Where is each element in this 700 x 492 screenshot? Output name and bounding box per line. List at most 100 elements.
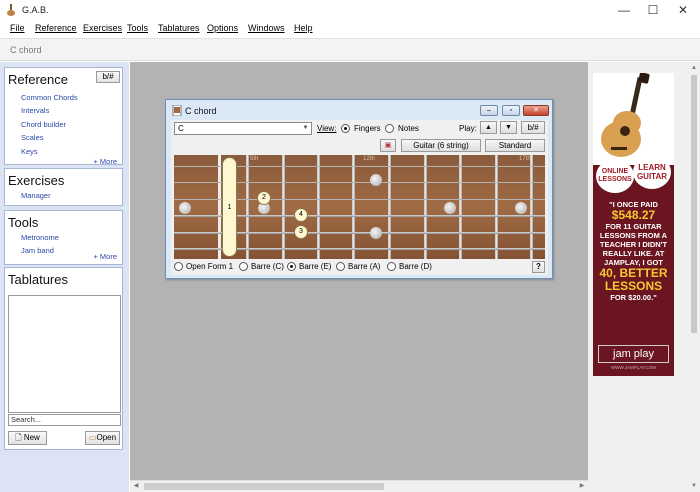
window-title: G.A.B.	[22, 5, 49, 15]
fret	[388, 155, 391, 259]
vertical-scrollbar[interactable]: ▲ ▼	[688, 62, 700, 492]
document-tab-bar: C chord	[0, 38, 700, 61]
view-fingers-radio[interactable]	[341, 124, 350, 133]
form-barre-c-label: Barre (C)	[251, 262, 284, 271]
exercises-heading: Exercises	[8, 173, 65, 188]
tablature-search-input[interactable]: Search...	[8, 414, 121, 426]
chord-window: C chord – ▫ ✕ C ▼ View: Fingers Notes Pl…	[165, 99, 553, 279]
link-chord-builder[interactable]: Chord builder	[21, 120, 66, 129]
menu-reference[interactable]: Reference	[35, 23, 77, 33]
guitar-app-icon	[7, 4, 15, 16]
view-notes-radio[interactable]	[385, 124, 394, 133]
link-manager[interactable]: Manager	[21, 191, 51, 200]
fret-label-12th: 12th	[363, 156, 375, 162]
barre-finger-1: 1	[222, 157, 237, 257]
play-label: Play:	[459, 124, 477, 133]
view-fingers-label: Fingers	[354, 124, 381, 133]
chord-window-body: C ▼ View: Fingers Notes Play: ▲ ▼ b/# ▣ …	[171, 120, 548, 275]
link-keys[interactable]: Keys	[21, 147, 38, 156]
view-notes-label: Notes	[398, 124, 419, 133]
new-file-icon: 🗋	[15, 433, 22, 442]
play-up-button[interactable]: ▲	[480, 121, 497, 134]
form-open-1-label: Open Form 1	[186, 262, 234, 271]
tab-c-chord[interactable]: C chord	[10, 45, 42, 55]
tuning-button[interactable]: Standard	[485, 139, 545, 152]
new-label: New	[23, 433, 40, 442]
fret-inlay	[370, 227, 382, 239]
chord-value: C	[178, 124, 184, 133]
tools-more-link[interactable]: + More	[93, 252, 117, 261]
finger-4: 4	[294, 208, 308, 222]
close-button[interactable]: ✕	[666, 0, 700, 21]
chord-select[interactable]: C ▼	[174, 122, 312, 135]
chord-minimize-button[interactable]: –	[480, 105, 498, 116]
link-metronome[interactable]: Metronome	[21, 233, 59, 242]
ad-url: WWW.JAMPLAY.COM	[610, 365, 657, 370]
open-label: Open	[96, 433, 117, 442]
scroll-right-icon[interactable]: ▶	[576, 481, 588, 492]
play-down-button[interactable]: ▼	[500, 121, 517, 134]
fret	[317, 155, 320, 259]
open-tablature-button[interactable]: ▭Open	[85, 431, 120, 445]
menu-tools[interactable]: Tools	[127, 23, 148, 33]
ad-better-lessons: 40, BETTER LESSONS	[599, 266, 668, 293]
reference-more-link[interactable]: + More	[93, 157, 117, 166]
ad-guitar-banner	[593, 73, 674, 165]
chord-restore-button[interactable]: ▫	[502, 105, 520, 116]
finger-3: 3	[294, 225, 308, 239]
instrument-button[interactable]: Guitar (6 string)	[401, 139, 481, 152]
maximize-button[interactable]: ☐	[636, 0, 670, 21]
form-barre-e-label: Barre (E)	[299, 262, 332, 271]
new-tablature-button[interactable]: 🗋 New	[8, 431, 47, 445]
tools-section: Tools Metronome Jam band + More	[4, 210, 123, 265]
form-barre-c-radio[interactable]	[239, 262, 248, 271]
form-barre-d-label: Barre (D)	[399, 262, 432, 271]
nut	[218, 155, 221, 259]
link-common-chords[interactable]: Common Chords	[21, 93, 78, 102]
help-button[interactable]: ?	[532, 261, 545, 273]
menu-tablatures[interactable]: Tablatures	[158, 23, 200, 33]
jamplay-advertisement[interactable]: ONLINE LESSONS LEARN GUITAR "I ONCE PAID…	[593, 73, 674, 376]
ad-bubble-learn-guitar: LEARN GUITAR	[633, 155, 671, 189]
link-intervals[interactable]: Intervals	[21, 106, 49, 115]
menu-windows[interactable]: Windows	[248, 23, 285, 33]
chord-accidental-toggle[interactable]: b/#	[521, 121, 545, 134]
accidental-toggle-button[interactable]: b/#	[96, 71, 120, 83]
link-jam-band[interactable]: Jam band	[21, 246, 54, 255]
fret	[495, 155, 498, 259]
tablatures-heading: Tablatures	[8, 272, 68, 287]
scroll-left-icon[interactable]: ◀	[130, 481, 142, 492]
menu-exercises[interactable]: Exercises	[83, 23, 122, 33]
horizontal-scroll-thumb[interactable]	[144, 483, 384, 490]
ad-bubble-online-lessons: ONLINE LESSONS	[596, 159, 634, 193]
reference-section: Reference b/# Common Chords Intervals Ch…	[4, 67, 123, 166]
link-scales[interactable]: Scales	[21, 133, 44, 142]
chord-close-button[interactable]: ✕	[523, 105, 549, 116]
fret	[246, 155, 249, 259]
form-barre-d-radio[interactable]	[387, 262, 396, 271]
horizontal-scrollbar[interactable]: ◀ ▶	[130, 480, 588, 492]
chord-document-icon	[172, 105, 182, 116]
menu-options[interactable]: Options	[207, 23, 238, 33]
fretboard[interactable]: 5th 12th 17th 1 2 4 3	[174, 155, 545, 259]
left-panel: Reference b/# Common Chords Intervals Ch…	[0, 62, 129, 492]
fret	[530, 155, 533, 259]
form-open-1-radio[interactable]	[174, 262, 183, 271]
scroll-up-icon[interactable]: ▲	[688, 62, 700, 74]
ad-line-2: FOR 11 GUITAR LESSONS FROM A TEACHER I D…	[599, 222, 668, 267]
color-palette-icon[interactable]: ▣	[380, 139, 396, 152]
vertical-scroll-thumb[interactable]	[691, 75, 697, 333]
tablature-list[interactable]	[8, 295, 121, 413]
menu-help[interactable]: Help	[294, 23, 313, 33]
fret-inlay	[370, 174, 382, 186]
menu-file[interactable]: File	[10, 23, 25, 33]
fret	[352, 155, 355, 259]
chevron-down-icon: ▼	[302, 125, 309, 131]
form-barre-a-radio[interactable]	[336, 262, 345, 271]
acoustic-guitar-icon	[601, 73, 650, 157]
chord-window-title: C chord	[185, 106, 217, 116]
form-barre-e-radio[interactable]	[287, 262, 296, 271]
scroll-down-icon[interactable]: ▼	[688, 480, 700, 492]
fret	[424, 155, 427, 259]
fret-inlay	[515, 202, 527, 214]
